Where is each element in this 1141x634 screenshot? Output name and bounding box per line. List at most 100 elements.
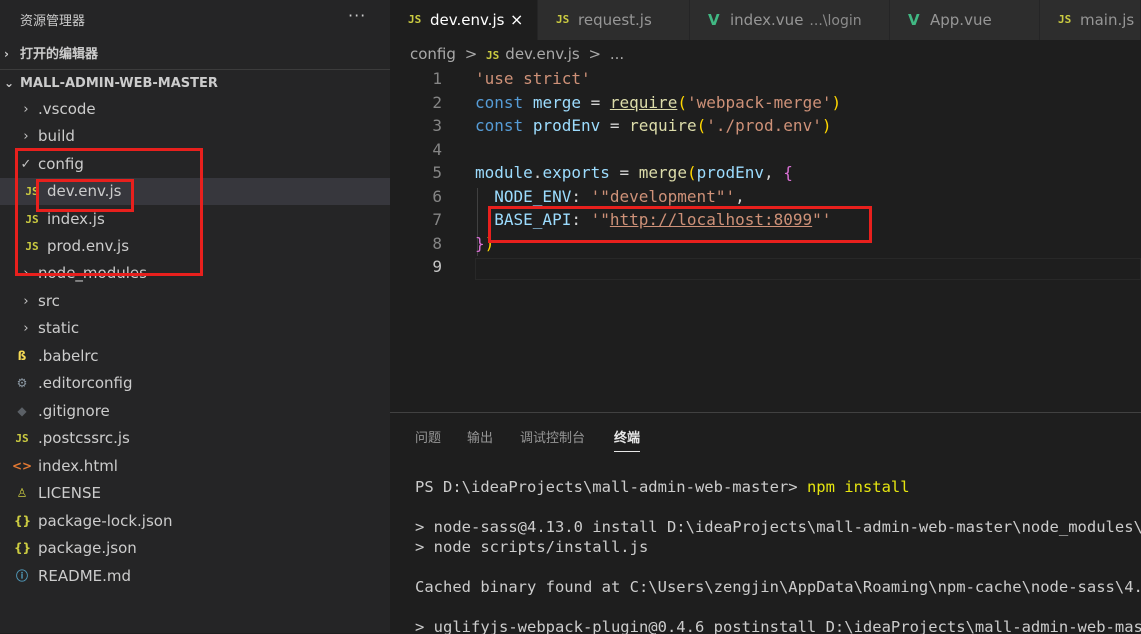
terminal-output[interactable]: PS D:\ideaProjects\mall-admin-web-master… <box>415 477 1141 634</box>
tab-main-js[interactable]: JS main.js <box>1040 0 1141 40</box>
code-line-5: module.exports = merge(prodEnv, { <box>475 163 793 182</box>
tree-item-label: build <box>38 127 75 145</box>
tree-item-label: index.html <box>38 457 118 475</box>
chevron-right-icon: › <box>4 47 9 61</box>
panel-tab-output[interactable]: 输出 <box>467 427 493 451</box>
tree-item-node-modules[interactable]: › node_modules <box>0 260 390 287</box>
tree-item-postcssrc-js[interactable]: JS .postcssrc.js <box>0 425 390 452</box>
tree-item-src[interactable]: › src <box>0 288 390 315</box>
chevron-down-icon: ✓ <box>20 157 32 172</box>
line-number: 2 <box>432 92 442 112</box>
tree-item-label: .gitignore <box>38 402 110 420</box>
js-file-icon: JS <box>25 213 39 226</box>
tree-item-editorconfig[interactable]: ⚙ .editorconfig <box>0 370 390 397</box>
tree-item-package-lock-json[interactable]: {} package-lock.json <box>0 508 390 535</box>
terminal-line: Cached binary found at C:\Users\zengjin\… <box>415 578 1141 596</box>
panel-tab-problems[interactable]: 问题 <box>415 427 441 451</box>
tab-index-vue[interactable]: V index.vue ...\login <box>690 0 890 40</box>
line-number: 8 <box>432 233 442 253</box>
code-token: = <box>600 116 630 135</box>
project-label: MALL-ADMIN-WEB-MASTER <box>20 76 218 91</box>
terminal-line: > uglifyjs-webpack-plugin@0.4.6 postinst… <box>415 618 1141 634</box>
terminal-line: > node scripts/install.js <box>415 538 649 556</box>
tree-item-vscode[interactable]: › .vscode <box>0 96 390 123</box>
code-token: require <box>629 116 697 135</box>
open-editors-label: 打开的编辑器 <box>20 47 99 62</box>
code-line-6: NODE_ENV: '"development"', <box>494 186 745 206</box>
tree-item-label: .babelrc <box>38 347 99 365</box>
code-token: BASE_API <box>494 210 572 229</box>
chevron-right-icon: › <box>23 102 29 117</box>
babel-icon: ß <box>17 349 27 363</box>
line-number: 4 <box>432 139 442 159</box>
code-token: const <box>475 116 524 135</box>
info-icon: ⓘ <box>15 569 28 583</box>
tree-item-dev-env-js[interactable]: JS dev.env.js <box>0 178 390 205</box>
code-token: 'webpack-merge' <box>686 92 832 112</box>
tree-item-static[interactable]: › static <box>0 315 390 342</box>
tree-item-label: src <box>38 292 60 310</box>
project-section[interactable]: ⌄ MALL-ADMIN-WEB-MASTER <box>0 69 390 97</box>
js-file-icon: JS <box>25 185 39 198</box>
code-token: merge <box>532 92 581 112</box>
tree-item-readme-md[interactable]: ⓘ README.md <box>0 563 390 590</box>
breadcrumb: config > JS dev.env.js > ... <box>410 43 628 65</box>
code-line-8: }) <box>475 233 495 253</box>
panel-tab-debug-console[interactable]: 调试控制台 <box>520 427 585 451</box>
html-icon: <> <box>12 459 33 473</box>
tree-item-gitignore[interactable]: ◆ .gitignore <box>0 398 390 425</box>
tab-app-vue[interactable]: V App.vue <box>890 0 1040 40</box>
close-icon[interactable]: × <box>510 0 523 40</box>
tree-item-label: package-lock.json <box>38 512 173 530</box>
tab-request-js[interactable]: JS request.js <box>538 0 690 40</box>
line-number: 9 <box>432 257 442 276</box>
tab-dev-env-js[interactable]: JS dev.env.js × <box>390 0 538 40</box>
tree-item-babelrc[interactable]: ß .babelrc <box>0 343 390 370</box>
breadcrumb-symbols[interactable]: ... <box>610 45 624 63</box>
tree-item-label: dev.env.js <box>47 182 122 200</box>
tree-item-label: .postcssrc.js <box>38 429 130 447</box>
terminal-line: PS D:\ideaProjects\mall-admin-web-master… <box>415 477 910 497</box>
vue-file-icon: V <box>708 11 720 29</box>
tab-label: App.vue <box>930 11 992 29</box>
js-file-icon: JS <box>408 13 422 26</box>
panel-tab-terminal[interactable]: 终端 <box>614 427 641 452</box>
breadcrumb-folder[interactable]: config <box>410 45 456 63</box>
chevron-right-icon: › <box>23 266 29 281</box>
tree-item-prod-env-js[interactable]: JS prod.env.js <box>0 233 390 260</box>
code-token: = <box>609 163 639 182</box>
tree-item-label: README.md <box>38 567 132 585</box>
bottom-panel: 问题 输出 调试控制台 终端 PS D:\ideaProjects\mall-a… <box>390 412 1141 634</box>
chevron-down-icon: ⌄ <box>4 76 15 90</box>
code-line-3: const prodEnv = require('./prod.env') <box>475 116 832 135</box>
code-editor[interactable]: 1 2 3 4 5 6 7 8 9 'use strict' const mer… <box>390 66 1141 410</box>
tab-label: index.vue ...\login <box>730 0 862 40</box>
tree-item-config[interactable]: ✓ config <box>0 151 390 178</box>
code-token: exports <box>542 163 610 182</box>
open-editors-section[interactable]: › 打开的编辑器 <box>0 41 390 68</box>
code-token: module <box>475 163 533 182</box>
tree-item-index-js[interactable]: JS index.js <box>0 206 390 233</box>
code-token: const <box>475 92 524 112</box>
git-icon: ◆ <box>17 404 27 418</box>
tree-item-label: .vscode <box>38 100 96 118</box>
line-number: 6 <box>432 186 442 206</box>
tab-label: dev.env.js <box>430 11 505 29</box>
js-file-icon: JS <box>1058 13 1072 26</box>
breadcrumb-file[interactable]: dev.env.js <box>505 45 579 63</box>
tab-label: main.js <box>1080 11 1135 29</box>
code-token: NODE_ENV <box>494 186 572 206</box>
tree-item-index-html[interactable]: <> index.html <box>0 453 390 480</box>
tree-item-license[interactable]: ♙ LICENSE <box>0 480 390 507</box>
line-number: 3 <box>432 116 442 135</box>
code-token: 'use strict' <box>475 69 591 88</box>
tree-item-package-json[interactable]: {} package.json <box>0 535 390 562</box>
vue-file-icon: V <box>908 11 920 29</box>
more-actions-icon[interactable]: ··· <box>348 6 366 25</box>
line-number: 1 <box>432 69 442 88</box>
tree-item-label: .editorconfig <box>38 374 133 392</box>
url-link[interactable]: http://localhost:8099 <box>610 210 812 229</box>
tree-item-build[interactable]: › build <box>0 123 390 150</box>
code-line-7: BASE_API: '"http://localhost:8099"' <box>494 210 832 229</box>
terminal-command: npm install <box>806 478 910 496</box>
